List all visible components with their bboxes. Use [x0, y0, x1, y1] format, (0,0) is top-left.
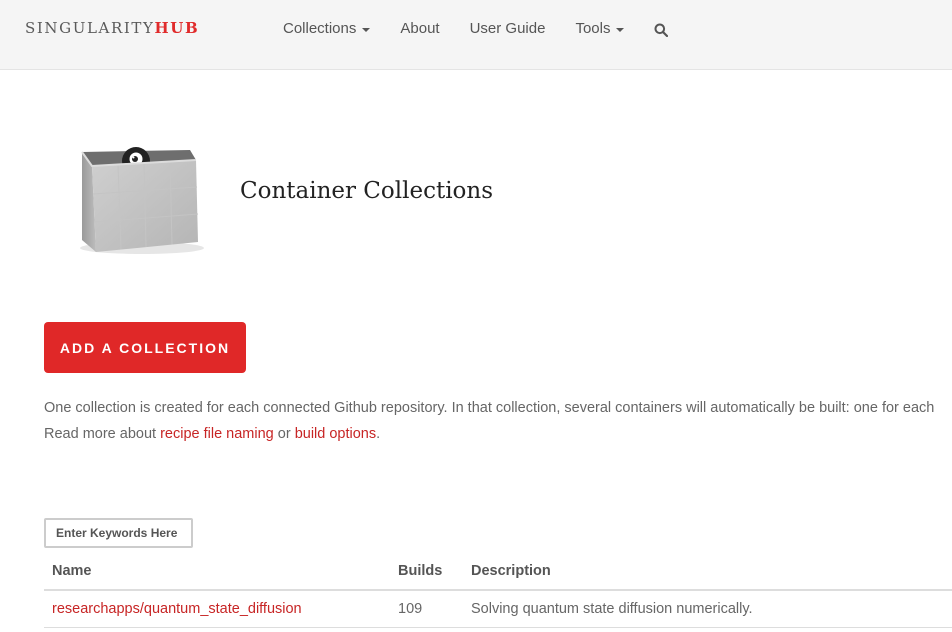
nav-item-tools[interactable]: Tools	[575, 20, 625, 37]
column-header-name[interactable]: Name	[44, 553, 390, 591]
intro-text-suffix: .	[376, 426, 381, 442]
nav-item-collections[interactable]: Collections	[283, 20, 371, 37]
chevron-down-icon	[362, 27, 371, 32]
collections-table: Name Builds Description researchapps/qua…	[44, 553, 952, 628]
brand-main-text: SINGULARITY	[25, 19, 155, 37]
nav-item-about[interactable]: About	[400, 20, 439, 37]
column-header-description[interactable]: Description	[463, 553, 952, 591]
add-collection-button[interactable]: ADD A COLLECTION	[44, 322, 246, 373]
nav-item-label: Tools	[575, 20, 611, 37]
navbar: SINGULARITYHUB Collections About User Gu…	[0, 0, 952, 70]
nav-item-user-guide[interactable]: User Guide	[470, 20, 546, 37]
nav-item-label: Collections	[283, 20, 357, 37]
table-row: researchapps/quantum_state_diffusion 109…	[44, 590, 952, 628]
intro-line-2: Read more about recipe file naming or bu…	[44, 421, 934, 447]
collection-link[interactable]: researchapps/quantum_state_diffusion	[52, 601, 302, 617]
intro-text-prefix: Read more about	[44, 426, 161, 442]
keyword-search-input[interactable]	[44, 518, 193, 548]
table-cell-builds: 109	[390, 590, 463, 628]
table-cell-name: researchapps/quantum_state_diffusion	[44, 590, 390, 628]
collections-table-wrapper: Name Builds Description researchapps/qua…	[44, 553, 952, 628]
intro-text-middle: or	[273, 426, 295, 442]
build-options-link[interactable]: build options	[295, 426, 376, 442]
container-box-icon	[70, 140, 210, 265]
column-header-builds[interactable]: Builds	[390, 553, 463, 591]
brand-logo[interactable]: SINGULARITYHUB	[25, 19, 199, 37]
nav-item-label: User Guide	[469, 20, 546, 37]
brand-accent-text: HUB	[154, 19, 200, 37]
table-cell-description: Solving quantum state diffusion numerica…	[463, 590, 952, 628]
page-title: Container Collections	[240, 178, 494, 204]
chevron-down-icon	[616, 27, 625, 32]
recipe-file-naming-link[interactable]: recipe file naming	[160, 426, 274, 442]
nav-item-label: About	[400, 20, 440, 37]
intro-text: One collection is created for each conne…	[44, 395, 934, 447]
nav-menu: Collections About User Guide Tools	[283, 20, 669, 37]
search-icon[interactable]	[654, 23, 669, 37]
intro-line-1: One collection is created for each conne…	[44, 400, 935, 416]
table-header-row: Name Builds Description	[44, 553, 952, 591]
